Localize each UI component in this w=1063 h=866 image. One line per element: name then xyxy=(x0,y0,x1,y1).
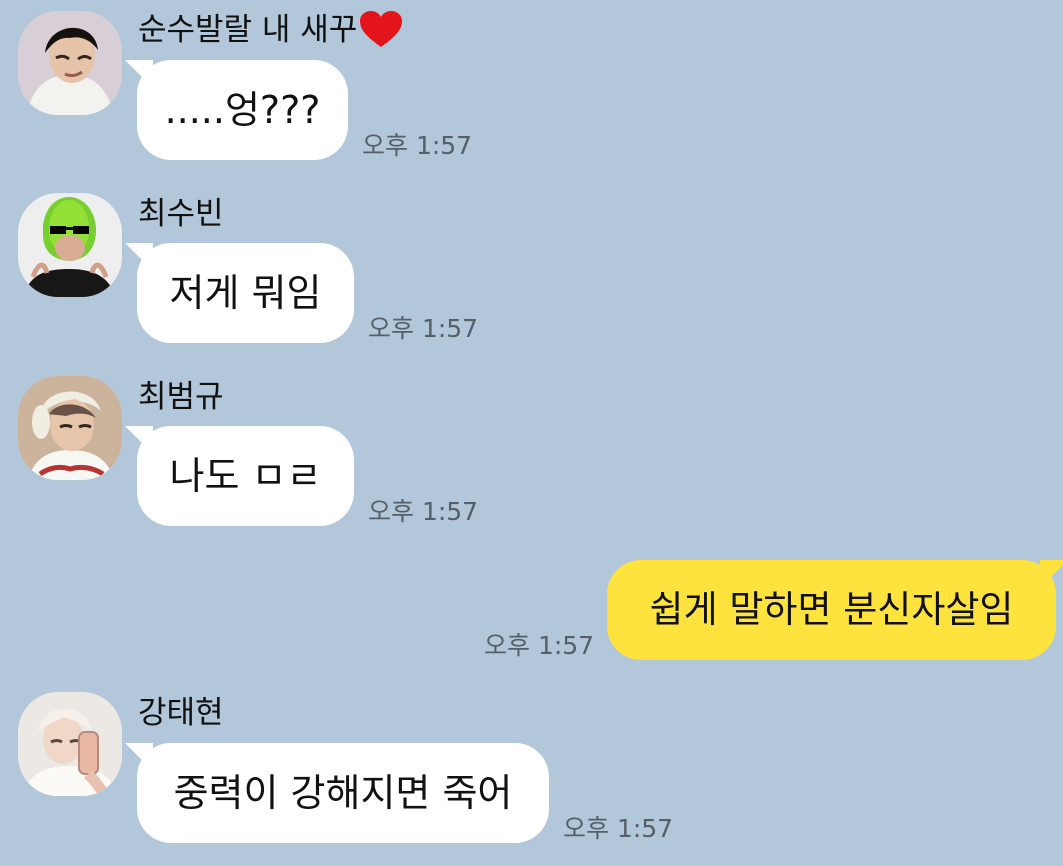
message-time: 오후 1:57 xyxy=(484,631,595,660)
message-row-incoming: 최범규 나도 ㅁㄹ 오후 1:57 xyxy=(0,360,1063,540)
heart-icon xyxy=(359,10,403,50)
avatar-boy-white-shirt[interactable] xyxy=(18,11,122,115)
chat-view[interactable]: 순수발랄 내 새꾸 .....엉??? 오후 1:57 최수빈 저게 뭐임 오후… xyxy=(0,0,1063,866)
avatar-selfie-phone[interactable] xyxy=(18,692,122,796)
avatar-boy-bunny-hat[interactable] xyxy=(18,376,122,480)
sender-name: 순수발랄 내 새꾸 xyxy=(138,10,403,50)
message-row-incoming: 순수발랄 내 새꾸 .....엉??? 오후 1:57 xyxy=(0,0,1063,170)
message-time: 오후 1:57 xyxy=(368,497,479,526)
message-bubble[interactable]: 중력이 강해지면 죽어 xyxy=(137,743,549,843)
message-bubble[interactable]: 나도 ㅁㄹ xyxy=(137,426,354,526)
message-bubble[interactable]: 저게 뭐임 xyxy=(137,243,354,343)
sender-name: 최수빈 xyxy=(138,196,224,232)
sender-name-text: 순수발랄 내 새꾸 xyxy=(138,12,358,48)
message-bubble[interactable]: 쉽게 말하면 분신자살임 xyxy=(607,560,1056,660)
message-time: 오후 1:57 xyxy=(563,814,674,843)
sender-name: 최범규 xyxy=(138,379,224,415)
message-row-incoming: 강태현 중력이 강해지면 죽어 오후 1:57 xyxy=(0,680,1063,866)
message-bubble[interactable]: .....엉??? xyxy=(137,60,348,160)
message-time: 오후 1:57 xyxy=(368,314,479,343)
avatar-avocado-hat[interactable] xyxy=(18,193,122,297)
message-row-outgoing: 오후 1:57 쉽게 말하면 분신자살임 xyxy=(0,560,1063,670)
message-time: 오후 1:57 xyxy=(362,131,473,160)
message-row-incoming: 최수빈 저게 뭐임 오후 1:57 xyxy=(0,180,1063,360)
sender-name: 강태현 xyxy=(138,695,224,731)
